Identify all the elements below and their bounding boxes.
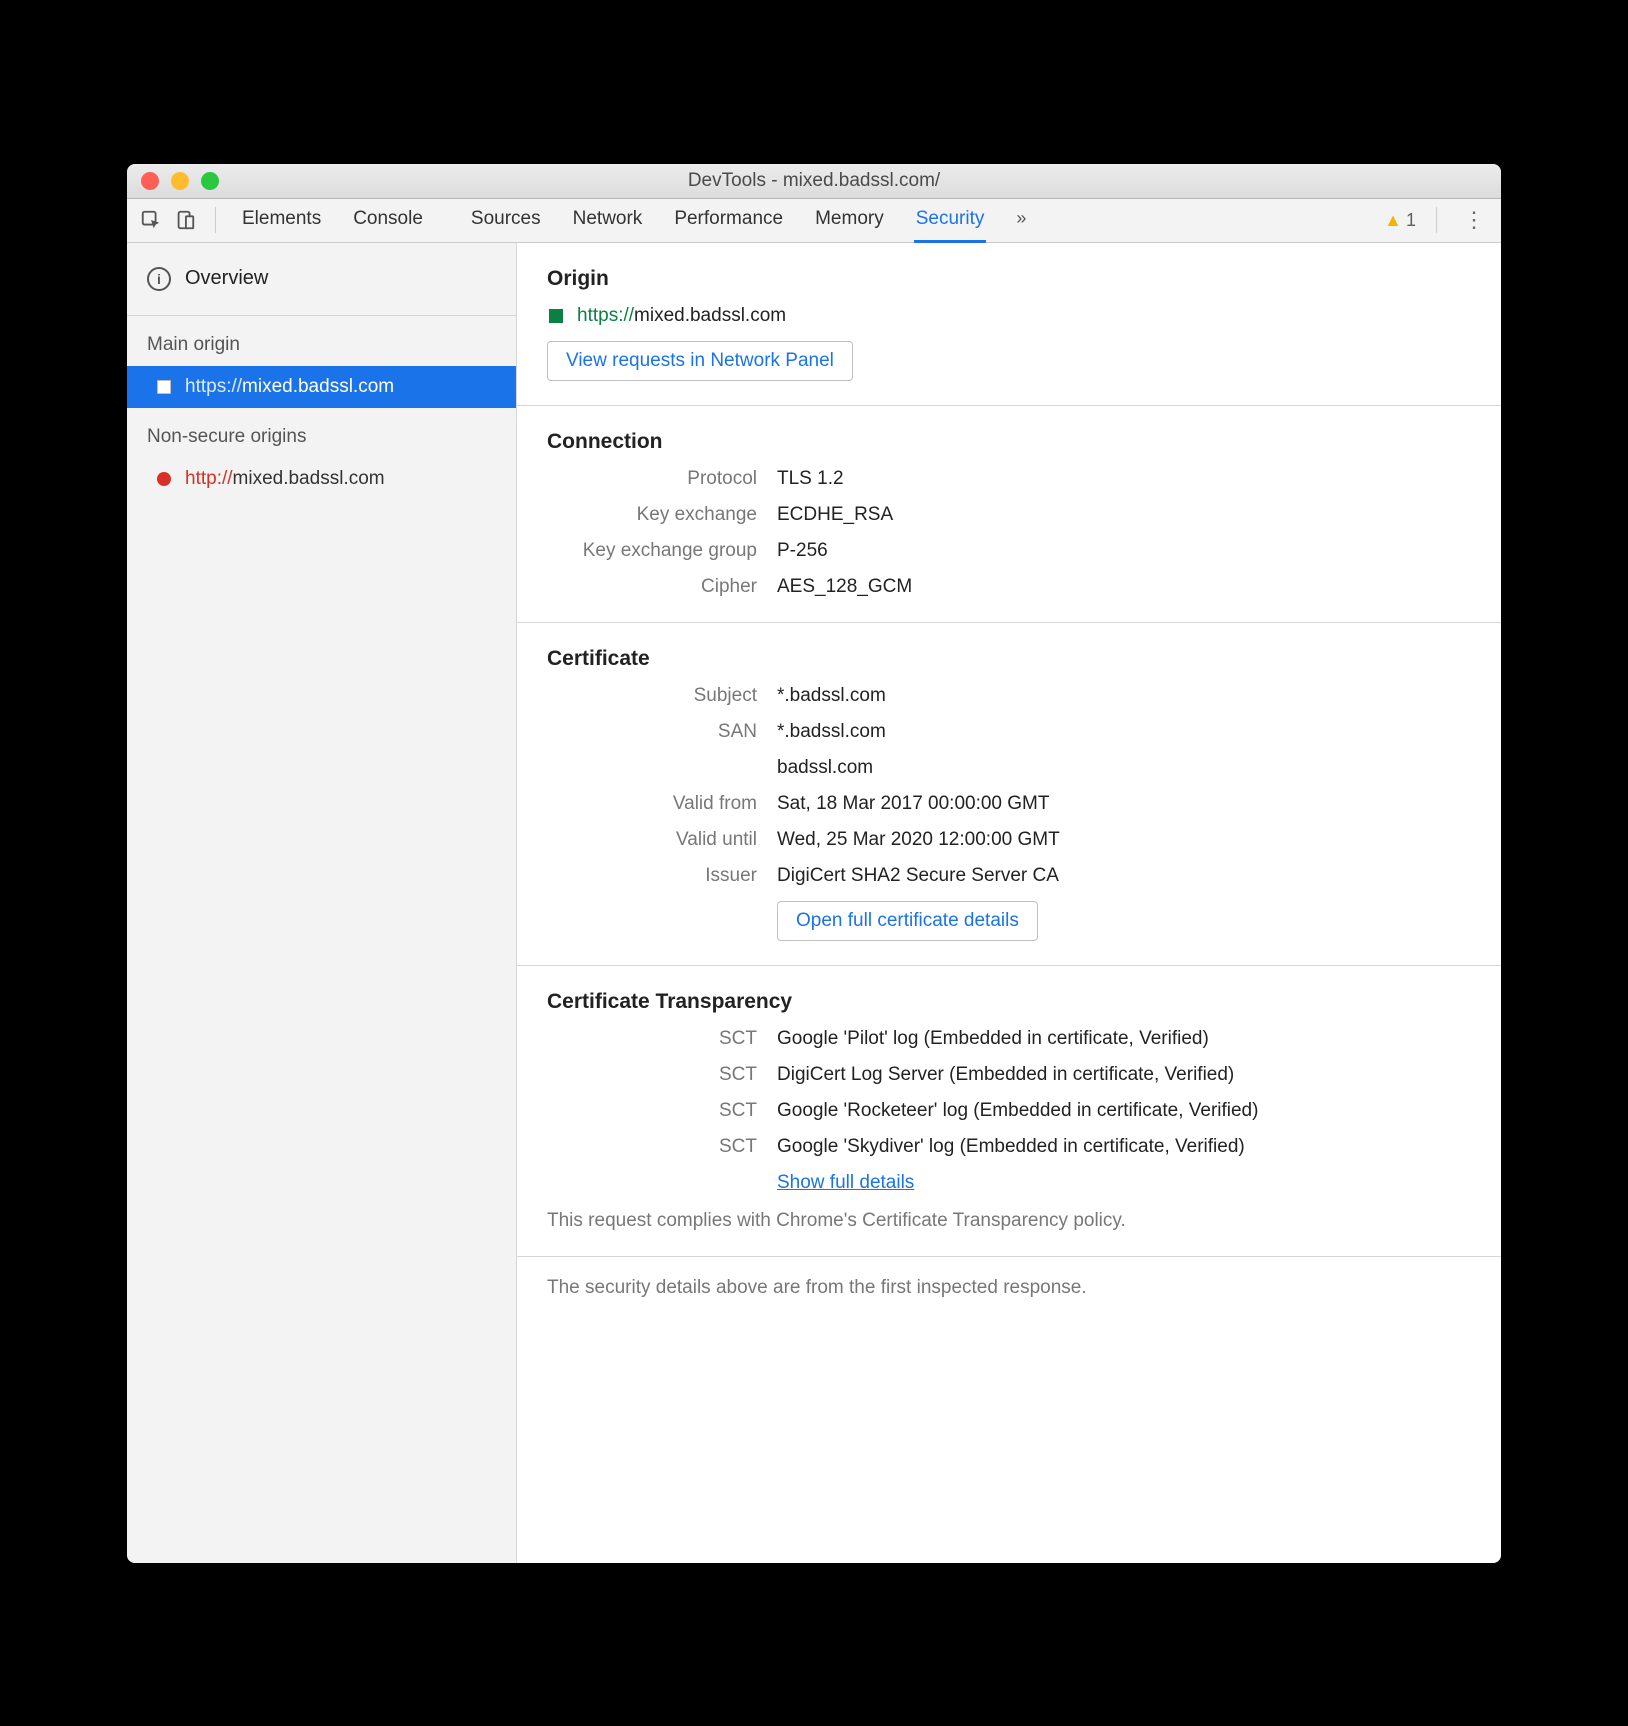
value-issuer: DigiCert SHA2 Secure Server CA xyxy=(777,865,1471,887)
inspect-element-icon[interactable] xyxy=(137,206,165,234)
panel-tabs: Elements Console Sources Network Perform… xyxy=(240,198,1378,243)
value-key-exchange-group: P-256 xyxy=(777,540,1471,562)
sidebar-group-main-origin: Main origin xyxy=(127,316,516,366)
view-requests-button[interactable]: View requests in Network Panel xyxy=(547,341,853,381)
main-panel: Origin https://mixed.badssl.com View req… xyxy=(517,243,1501,1563)
sidebar-item-nonsecure-origin[interactable]: http://mixed.badssl.com xyxy=(127,458,516,500)
tab-memory[interactable]: Memory xyxy=(813,198,886,243)
label-key-exchange: Key exchange xyxy=(547,504,757,526)
label-sct: SCT xyxy=(547,1028,757,1050)
more-tabs-icon[interactable]: » xyxy=(1014,198,1028,243)
connection-heading: Connection xyxy=(547,430,1471,454)
ct-compliance-note: This request complies with Chrome's Cert… xyxy=(547,1210,1471,1232)
origin-url: https://mixed.badssl.com xyxy=(549,305,1471,327)
tab-sources[interactable]: Sources xyxy=(469,198,543,243)
connection-section: Connection Protocol TLS 1.2 Key exchange… xyxy=(517,406,1501,623)
value-cipher: AES_128_GCM xyxy=(777,576,1471,598)
open-cert-details-button[interactable]: Open full certificate details xyxy=(777,901,1038,941)
traffic-lights xyxy=(141,172,219,190)
label-protocol: Protocol xyxy=(547,468,757,490)
device-toggle-icon[interactable] xyxy=(171,206,199,234)
label-sct: SCT xyxy=(547,1100,757,1122)
value-sct-3: Google 'Skydiver' log (Embedded in certi… xyxy=(777,1136,1471,1158)
warning-icon: ▲ xyxy=(1384,210,1402,231)
sidebar-group-nonsecure: Non-secure origins xyxy=(127,408,516,458)
toolbar-separator xyxy=(1436,207,1437,233)
tab-network[interactable]: Network xyxy=(571,198,645,243)
label-sct: SCT xyxy=(547,1136,757,1158)
value-san-1: *.badssl.com xyxy=(777,721,1471,743)
ct-section: Certificate Transparency SCT Google 'Pil… xyxy=(517,966,1501,1257)
label-subject: Subject xyxy=(547,685,757,707)
zoom-icon[interactable] xyxy=(201,172,219,190)
kebab-menu-icon[interactable]: ⋮ xyxy=(1457,207,1491,233)
label-key-exchange-group: Key exchange group xyxy=(547,540,757,562)
warnings-badge[interactable]: ▲ 1 xyxy=(1384,210,1416,231)
security-state-icon xyxy=(157,380,171,394)
secure-icon xyxy=(549,309,563,323)
label-sct: SCT xyxy=(547,1064,757,1086)
label-valid-until: Valid until xyxy=(547,829,757,851)
value-sct-2: Google 'Rocketeer' log (Embedded in cert… xyxy=(777,1100,1471,1122)
toolbar: Elements Console Sources Network Perform… xyxy=(127,199,1501,243)
value-valid-from: Sat, 18 Mar 2017 00:00:00 GMT xyxy=(777,793,1471,815)
devtools-window: DevTools - mixed.badssl.com/ Elements Co… xyxy=(127,164,1501,1563)
value-valid-until: Wed, 25 Mar 2020 12:00:00 GMT xyxy=(777,829,1471,851)
info-icon: i xyxy=(147,267,171,291)
origin-section: Origin https://mixed.badssl.com View req… xyxy=(517,243,1501,406)
titlebar: DevTools - mixed.badssl.com/ xyxy=(127,164,1501,199)
minimize-icon[interactable] xyxy=(171,172,189,190)
tab-security[interactable]: Security xyxy=(914,198,987,243)
tab-console[interactable]: Console xyxy=(351,198,425,243)
ct-heading: Certificate Transparency xyxy=(547,990,1471,1014)
overview-label: Overview xyxy=(185,267,268,290)
label-valid-from: Valid from xyxy=(547,793,757,815)
label-san: SAN xyxy=(547,721,757,743)
label-cipher: Cipher xyxy=(547,576,757,598)
certificate-heading: Certificate xyxy=(547,647,1471,671)
tab-elements[interactable]: Elements xyxy=(240,198,323,243)
toolbar-separator xyxy=(215,207,216,233)
value-subject: *.badssl.com xyxy=(777,685,1471,707)
insecure-icon xyxy=(157,472,171,486)
certificate-section: Certificate Subject *.badssl.com SAN *.b… xyxy=(517,623,1501,966)
value-sct-1: DigiCert Log Server (Embedded in certifi… xyxy=(777,1064,1471,1086)
label-issuer: Issuer xyxy=(547,865,757,887)
footer-note: The security details above are from the … xyxy=(517,1257,1501,1319)
tab-performance[interactable]: Performance xyxy=(672,198,785,243)
origin-heading: Origin xyxy=(547,267,1471,291)
close-icon[interactable] xyxy=(141,172,159,190)
value-san-2: badssl.com xyxy=(777,757,1471,779)
value-sct-0: Google 'Pilot' log (Embedded in certific… xyxy=(777,1028,1471,1050)
show-full-details-link[interactable]: Show full details xyxy=(777,1172,914,1193)
sidebar: i Overview Main origin https://mixed.bad… xyxy=(127,243,517,1563)
value-protocol: TLS 1.2 xyxy=(777,468,1471,490)
sidebar-item-main-origin[interactable]: https://mixed.badssl.com xyxy=(127,366,516,408)
warning-count: 1 xyxy=(1406,210,1416,231)
sidebar-overview[interactable]: i Overview xyxy=(127,243,516,316)
value-key-exchange: ECDHE_RSA xyxy=(777,504,1471,526)
window-title: DevTools - mixed.badssl.com/ xyxy=(127,170,1501,192)
